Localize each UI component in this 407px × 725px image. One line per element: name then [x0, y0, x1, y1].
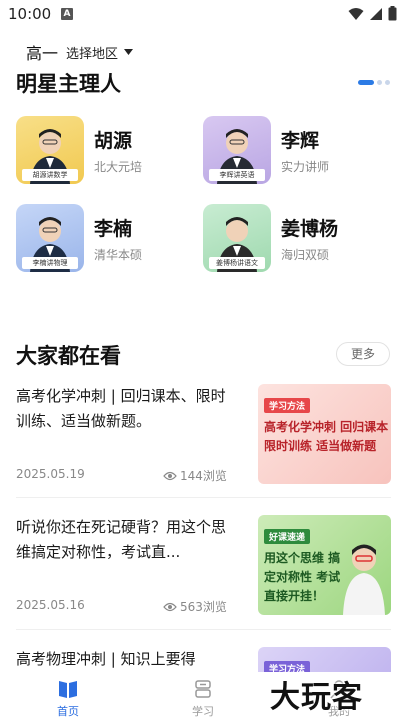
presenter-photo	[343, 544, 385, 615]
teacher-name: 姜博杨	[281, 218, 339, 240]
article-title[interactable]: 听说你还在死记硬背？用这个思维搞定对称性，考试直...	[16, 515, 236, 565]
region-selector[interactable]: 选择地区	[66, 43, 118, 62]
more-button[interactable]: 更多	[336, 342, 390, 366]
divider	[16, 497, 391, 498]
teacher-avatar[interactable]: 姜博杨讲语文	[203, 204, 271, 272]
teacher-card[interactable]: 李楠讲物理 李楠 清华本硕	[16, 204, 196, 274]
popular-section-title: 大家都在看	[16, 344, 121, 368]
carousel-dot-active	[358, 80, 374, 85]
teacher-avatar-caption: 李辉讲英语	[209, 169, 265, 181]
teacher-card[interactable]: 胡源讲数学 胡源 北大元培	[16, 116, 196, 186]
teacher-avatar-caption: 胡源讲数学	[22, 169, 78, 181]
thumbnail-tag: 学习方法	[264, 398, 311, 413]
teacher-desc: 实力讲师	[281, 160, 330, 174]
signal-icon	[370, 7, 382, 20]
article-views: 563浏览	[163, 598, 227, 615]
carousel-indicator	[358, 80, 390, 85]
teacher-desc: 北大元培	[94, 160, 143, 174]
carousel-dot	[377, 80, 382, 85]
tab-home-label[interactable]: 首页	[38, 703, 98, 719]
eye-icon	[163, 602, 177, 611]
watermark-logo: 大玩客	[270, 680, 363, 715]
article-date: 2025.05.16	[16, 598, 85, 612]
teacher-card[interactable]: 姜博杨讲语文 姜博杨 海归双硕	[203, 204, 383, 274]
teacher-avatar-caption: 李楠讲物理	[22, 257, 78, 269]
tab-home[interactable]: 首页	[38, 678, 98, 719]
eye-icon	[163, 471, 177, 480]
thumbnail-text: 用这个思维 搞定对称性 考试直接开挂！	[264, 551, 341, 603]
article-item[interactable]: 高考化学冲刺 | 回归课本、限时训练、适当做新题。 2025.05.19 144…	[16, 384, 391, 496]
teacher-avatar[interactable]: 胡源讲数学	[16, 116, 84, 184]
tab-study[interactable]: 学习	[173, 678, 233, 719]
grade-region-selector[interactable]: 高一 选择地区	[26, 40, 134, 64]
tab-study-label[interactable]: 学习	[173, 703, 233, 719]
teacher-name: 李楠	[94, 218, 133, 240]
status-bar: 10:00 A	[0, 0, 407, 28]
thumbnail-tag: 好课速递	[264, 529, 311, 544]
status-notification-icon: A	[61, 8, 73, 20]
article-views: 144浏览	[163, 467, 227, 484]
article-thumbnail[interactable]: 学习方法 高考化学冲刺 回归课本限时训练 适当做新题	[258, 384, 391, 484]
teachers-section-title: 明星主理人	[16, 72, 121, 96]
teacher-name: 胡源	[94, 130, 133, 152]
article-views-count: 144浏览	[180, 469, 227, 483]
grade-label[interactable]: 高一	[26, 40, 58, 64]
article-title[interactable]: 高考化学冲刺 | 回归课本、限时训练、适当做新题。	[16, 384, 236, 434]
caret-down-icon[interactable]	[124, 49, 134, 55]
article-item[interactable]: 听说你还在死记硬背？用这个思维搞定对称性，考试直... 2025.05.16 5…	[16, 515, 391, 627]
wifi-icon	[348, 7, 364, 20]
thumbnail-text: 高考化学冲刺 回归课本限时训练 适当做新题	[264, 420, 389, 453]
teacher-avatar[interactable]: 李楠讲物理	[16, 204, 84, 272]
teacher-name: 李辉	[281, 130, 320, 152]
article-title[interactable]: 高考物理冲刺 | 知识上要得	[16, 647, 236, 672]
book-icon[interactable]	[57, 678, 79, 700]
teacher-desc: 海归双硕	[281, 248, 330, 262]
status-icons	[348, 6, 397, 21]
carousel-dot	[385, 80, 390, 85]
article-views-count: 563浏览	[180, 600, 227, 614]
battery-icon	[388, 6, 397, 21]
teacher-avatar-caption: 姜博杨讲语文	[209, 257, 265, 269]
article-thumbnail[interactable]: 好课速递 用这个思维 搞定对称性 考试直接开挂！	[258, 515, 391, 615]
article-date: 2025.05.19	[16, 467, 85, 481]
teacher-avatar[interactable]: 李辉讲英语	[203, 116, 271, 184]
status-time: 10:00	[8, 5, 52, 23]
stack-icon[interactable]	[192, 678, 214, 700]
teacher-desc: 清华本硕	[94, 248, 143, 262]
teacher-card[interactable]: 李辉讲英语 李辉 实力讲师	[203, 116, 383, 186]
divider	[16, 629, 391, 630]
